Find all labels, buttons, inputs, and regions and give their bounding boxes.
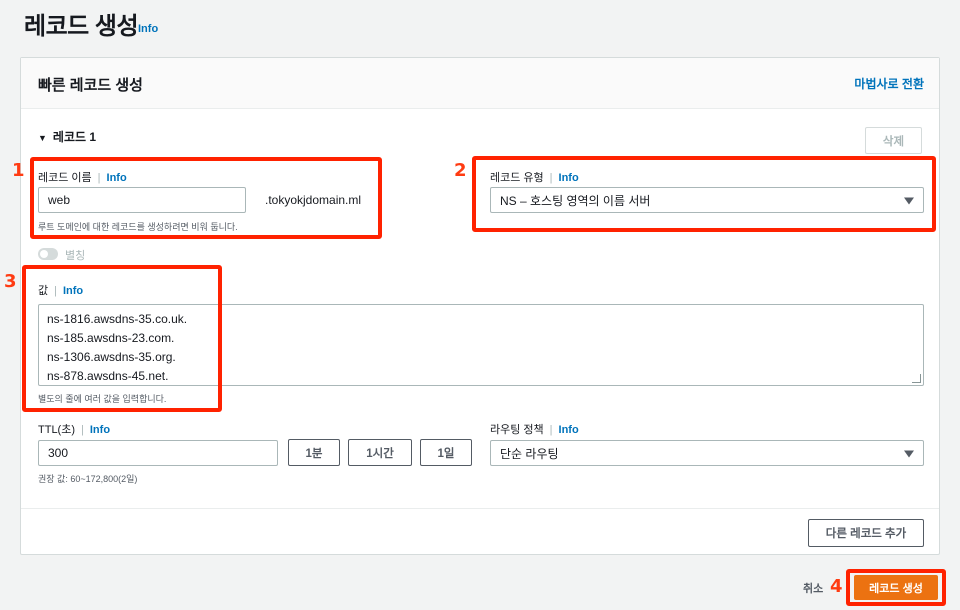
ttl-1min-button[interactable]: 1분 (288, 439, 340, 466)
ttl-hint: 권장 값: 60~172,800(2일) (38, 474, 138, 484)
label-separator: | (81, 424, 84, 436)
alias-label: 별칭 (65, 250, 86, 262)
annotation-box-4 (846, 569, 946, 606)
annotation-number-2: 2 (454, 160, 467, 181)
routing-policy-select[interactable]: 단순 라우팅 (490, 440, 924, 466)
label-separator: | (549, 424, 553, 436)
routing-label-group: 라우팅 정책 | Info (490, 421, 579, 437)
panel-divider (21, 508, 939, 509)
add-another-record-button[interactable]: 다른 레코드 추가 (808, 519, 924, 547)
resize-grip-icon[interactable] (912, 374, 921, 383)
annotation-box-2 (472, 156, 936, 232)
routing-label: 라우팅 정책 (490, 424, 544, 436)
title-info-link[interactable]: Info (138, 23, 158, 35)
cancel-button[interactable]: 취소 (803, 580, 823, 596)
record-section-toggle[interactable]: ▼ 레코드 1 (38, 128, 96, 145)
routing-info-link[interactable]: Info (559, 424, 579, 436)
annotation-number-4: 4 (830, 576, 843, 597)
alias-toggle-knob (40, 250, 48, 258)
ttl-label-group: TTL(초) | Info (38, 421, 110, 437)
panel-header (21, 58, 939, 109)
ttl-value: 300 (48, 446, 69, 460)
routing-selected: 단순 라우팅 (500, 446, 559, 461)
record-section-label: 레코드 1 (52, 130, 97, 144)
ttl-label: TTL(초) (38, 424, 76, 436)
delete-record-button[interactable]: 삭제 (865, 127, 922, 154)
switch-to-wizard-link[interactable]: 마법사로 전환 (838, 75, 924, 92)
annotation-number-3: 3 (4, 271, 17, 292)
page-title: 레코드 생성 (24, 13, 139, 40)
annotation-box-1 (30, 157, 382, 239)
ttl-1day-button[interactable]: 1일 (420, 439, 472, 466)
ttl-input[interactable]: 300 (38, 440, 278, 466)
ttl-info-link[interactable]: Info (90, 424, 110, 436)
panel-title: 빠른 레코드 생성 (38, 77, 143, 94)
annotation-number-1: 1 (12, 160, 25, 181)
dropdown-caret-icon (904, 450, 914, 458)
annotation-box-3 (22, 265, 222, 412)
caret-down-icon: ▼ (38, 133, 47, 143)
ttl-1hour-button[interactable]: 1시간 (348, 439, 412, 466)
